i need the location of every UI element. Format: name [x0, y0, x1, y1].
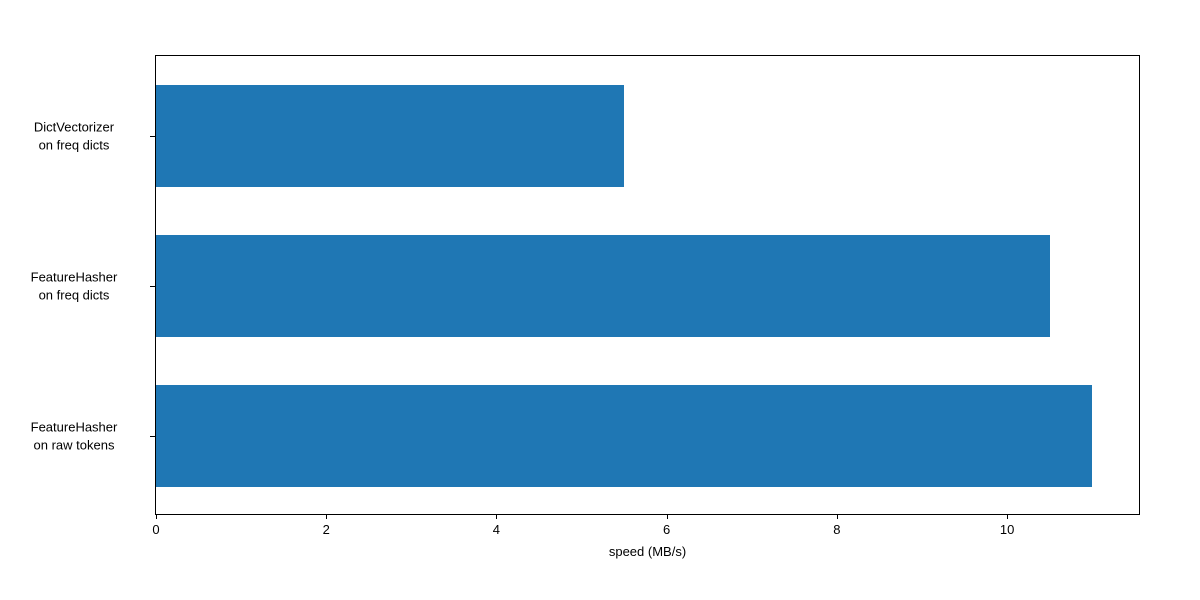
x-axis-label: speed (MB/s): [609, 544, 686, 559]
y-tick: [150, 286, 156, 287]
x-tick: [156, 514, 157, 519]
y-tick-label: DictVectorizer on freq dicts: [4, 118, 144, 153]
y-tick: [150, 136, 156, 137]
x-tick: [1007, 514, 1008, 519]
x-tick-label: 0: [152, 522, 159, 537]
bar-featurehasher-raw-tokens: [156, 385, 1092, 487]
bar-dictvectorizer-freq-dicts: [156, 85, 624, 187]
bar-featurehasher-freq-dicts: [156, 235, 1050, 337]
x-tick: [667, 514, 668, 519]
x-tick: [326, 514, 327, 519]
y-tick-label: FeatureHasher on raw tokens: [4, 418, 144, 453]
x-tick-label: 8: [833, 522, 840, 537]
chart-plot-area: 0 2 4 6 8 10 FeatureHasher on raw tokens…: [155, 55, 1140, 515]
y-tick: [150, 436, 156, 437]
x-tick: [837, 514, 838, 519]
x-tick-label: 4: [493, 522, 500, 537]
x-tick: [496, 514, 497, 519]
x-tick-label: 2: [323, 522, 330, 537]
x-tick-label: 6: [663, 522, 670, 537]
y-tick-label: FeatureHasher on freq dicts: [4, 268, 144, 303]
bars-layer: [156, 56, 1139, 514]
x-tick-label: 10: [1000, 522, 1014, 537]
